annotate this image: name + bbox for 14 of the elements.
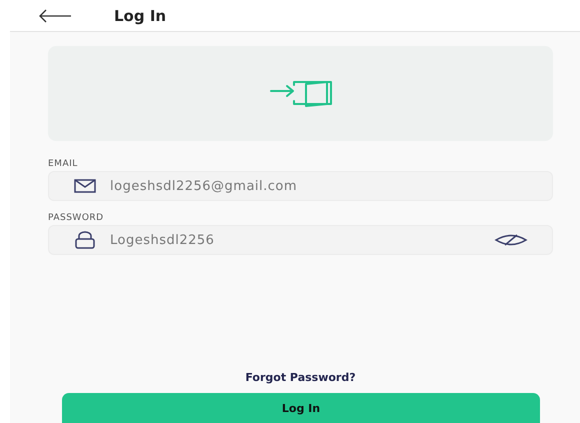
back-arrow-icon[interactable] [38, 8, 72, 22]
login-door-icon [270, 80, 332, 106]
email-field[interactable]: logeshsdl2256@gmail.com [48, 171, 553, 201]
field-value: logeshsdl2256@gmail.com [110, 178, 298, 194]
forgot-password-link[interactable]: Forgot Password? [245, 371, 356, 384]
field-label: EMAIL [48, 159, 78, 169]
page-title: Log In [114, 6, 166, 24]
lock-icon [74, 231, 96, 249]
field-value: Logeshsdl2256 [110, 232, 216, 248]
envelope-icon [74, 179, 96, 193]
eye-slash-icon[interactable] [494, 234, 528, 246]
password-field[interactable]: Logeshsdl2256 [48, 225, 553, 255]
login-button[interactable]: Log In [62, 393, 540, 423]
field-label: PASSWORD [48, 213, 104, 223]
